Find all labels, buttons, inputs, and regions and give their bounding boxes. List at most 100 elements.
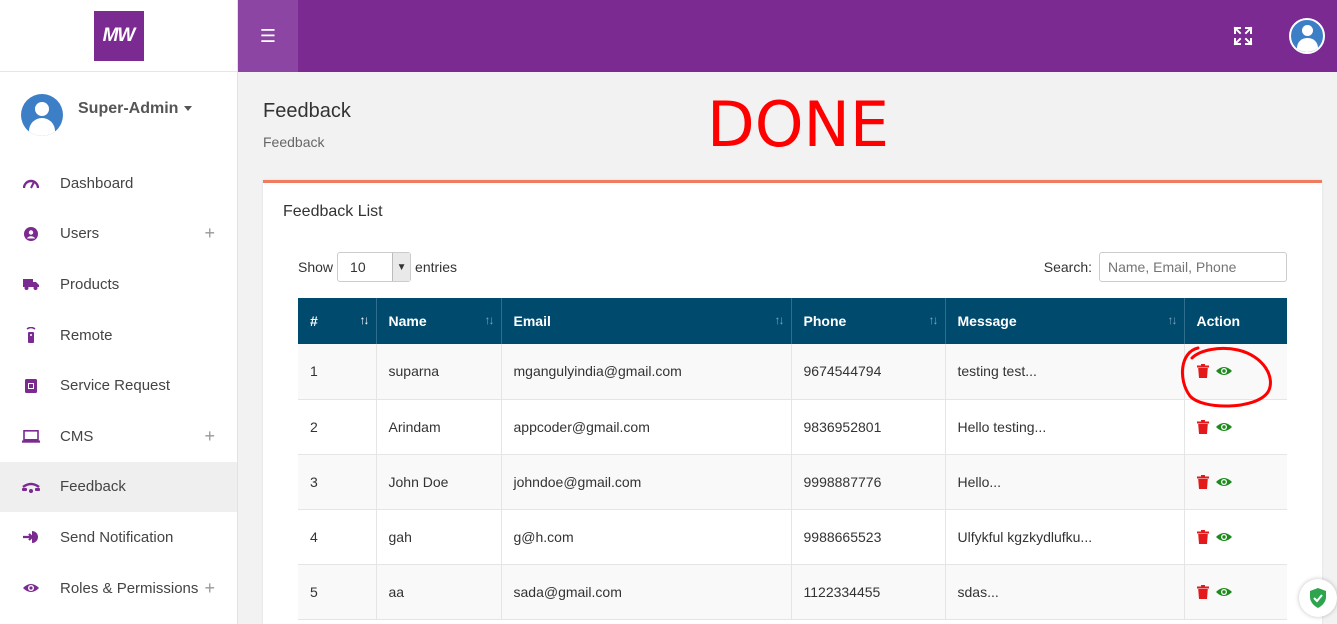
row-actions: [1196, 419, 1276, 434]
cell-name: gah: [376, 509, 502, 565]
sort-icon: ↑↓: [359, 313, 370, 327]
cell-action: [1184, 564, 1287, 620]
sidebar-item-remote[interactable]: Remote: [0, 310, 237, 361]
eye-icon[interactable]: [1215, 476, 1233, 488]
user-avatar-icon: [21, 94, 63, 136]
sort-icon: ↑↓: [774, 313, 785, 327]
done-annotation-text: DONE: [707, 88, 889, 152]
cell-num: 2: [298, 399, 377, 455]
cell-message: Hello testing...: [945, 399, 1185, 455]
eye-icon[interactable]: [1215, 421, 1233, 433]
cell-action: [1184, 454, 1287, 510]
sidebar-item-label: Send Notification: [60, 528, 174, 546]
trash-icon[interactable]: [1196, 419, 1209, 434]
sidebar-item-service-request[interactable]: Service Request: [0, 360, 237, 411]
cell-num: 1: [298, 344, 377, 400]
search-label: Search:: [1043, 259, 1092, 275]
cell-email: sada@gmail.com: [501, 564, 792, 620]
cell-phone: 9988665523: [791, 509, 946, 565]
user-circle-icon: [22, 226, 40, 242]
cell-action: [1184, 509, 1287, 565]
profile-avatar-button[interactable]: [1289, 18, 1325, 54]
sidebar-item-roles-permissions[interactable]: Roles & Permissions +: [0, 563, 237, 614]
column-header-email[interactable]: Email ↑↓: [501, 298, 792, 344]
column-header-number[interactable]: # ↑↓: [298, 298, 377, 344]
chevron-down-icon: ▼: [392, 253, 411, 281]
column-header-label: Phone: [803, 313, 847, 329]
security-badge[interactable]: [1299, 579, 1337, 617]
user-panel[interactable]: Super-Admin: [0, 72, 237, 158]
trash-icon[interactable]: [1196, 529, 1209, 544]
brand-logo[interactable]: MW: [93, 10, 144, 61]
cell-message: sdas...: [945, 564, 1185, 620]
sidebar-item-send-notification[interactable]: Send Notification: [0, 512, 237, 563]
table-row: 5 aa sada@gmail.com 1122334455 sdas...: [298, 564, 1287, 620]
cell-message: Hello...: [945, 454, 1185, 510]
sidebar-item-feedback[interactable]: Feedback: [0, 461, 237, 513]
column-header-action: Action: [1184, 298, 1287, 344]
sort-icon: ↑↓: [928, 313, 939, 327]
fullscreen-icon[interactable]: [1233, 26, 1253, 46]
column-header-message[interactable]: Message ↑↓: [945, 298, 1185, 344]
sidebar-nav: Dashboard Users + Products Remote Service Req…: [0, 158, 237, 613]
search-control: Search:: [1044, 252, 1287, 282]
sidebar-item-label: Roles & Permissions: [60, 579, 199, 597]
sidebar-item-label: Products: [60, 275, 120, 293]
clipboard-icon: [22, 378, 40, 394]
cell-phone: 9998887776: [791, 454, 946, 510]
brand-header: MW: [0, 0, 237, 72]
sidebar-item-users[interactable]: Users +: [0, 209, 237, 260]
plus-icon[interactable]: +: [204, 426, 215, 447]
table-header-row: # ↑↓ Name ↑↓ Email ↑↓ Phone ↑↓ Message ↑↓ Act…: [298, 298, 1287, 344]
table-row: 4 gah g@h.com 9988665523 Ulfykful kgzkydlufk…: [298, 509, 1287, 565]
sign-in-icon: [22, 529, 40, 545]
sidebar-item-label: Feedback: [60, 478, 126, 496]
feedback-card: Feedback List Show 10 ▼ entries Search: …: [263, 180, 1322, 624]
cell-name: suparna: [376, 344, 502, 400]
shield-check-icon: [1310, 588, 1326, 608]
plus-icon[interactable]: +: [204, 578, 215, 599]
topbar: ☰: [238, 0, 1337, 72]
breadcrumb[interactable]: Feedback: [263, 134, 324, 150]
menu-toggle-button[interactable]: ☰: [238, 0, 298, 72]
user-name-label: Super-Admin: [78, 100, 179, 117]
sidebar-item-label: Users: [60, 225, 100, 243]
sidebar: MW Super-Admin Dashboard Users + Products Re…: [0, 0, 238, 624]
search-input[interactable]: [1099, 252, 1287, 282]
column-header-phone[interactable]: Phone ↑↓: [791, 298, 946, 344]
column-header-name[interactable]: Name ↑↓: [376, 298, 502, 344]
sidebar-item-cms[interactable]: CMS +: [0, 411, 237, 462]
sort-icon: ↑↓: [1167, 313, 1178, 327]
show-label: Show: [298, 259, 334, 275]
entries-label: entries: [415, 259, 458, 275]
cell-action: [1184, 344, 1287, 400]
cell-phone: 1122334455: [791, 564, 946, 620]
cell-phone: 9674544794: [791, 344, 946, 400]
column-header-label: Message: [957, 313, 1017, 329]
page-title: Feedback: [263, 100, 351, 122]
user-name[interactable]: Super-Admin: [78, 100, 193, 118]
sidebar-item-dashboard[interactable]: Dashboard: [0, 158, 237, 209]
trash-icon[interactable]: [1196, 364, 1209, 379]
plus-icon[interactable]: +: [204, 223, 215, 244]
entries-select[interactable]: 10 ▼: [337, 252, 412, 282]
sort-icon: ↑↓: [484, 313, 495, 327]
eye-icon[interactable]: [1215, 586, 1233, 598]
column-header-label: Action: [1196, 313, 1241, 329]
cell-email: g@h.com: [501, 509, 792, 565]
hamburger-icon: ☰: [259, 25, 277, 46]
cell-name: Arindam: [376, 399, 502, 455]
column-header-label: Name: [388, 313, 427, 329]
cell-email: johndoe@gmail.com: [501, 454, 792, 510]
column-header-label: #: [310, 313, 318, 329]
trash-icon[interactable]: [1196, 584, 1209, 599]
eye-icon[interactable]: [1215, 365, 1233, 377]
row-actions: [1196, 529, 1276, 544]
cell-email: mgangulyindia@gmail.com: [501, 344, 792, 400]
eye-icon[interactable]: [1215, 531, 1233, 543]
entries-control: Show 10 ▼ entries: [298, 252, 457, 282]
trash-icon[interactable]: [1196, 474, 1209, 489]
done-annotation: DONE: [707, 88, 889, 152]
sidebar-item-products[interactable]: Products: [0, 259, 237, 310]
table-row: 3 John Doe johndoe@gmail.com 9998887776 Hell…: [298, 454, 1287, 510]
